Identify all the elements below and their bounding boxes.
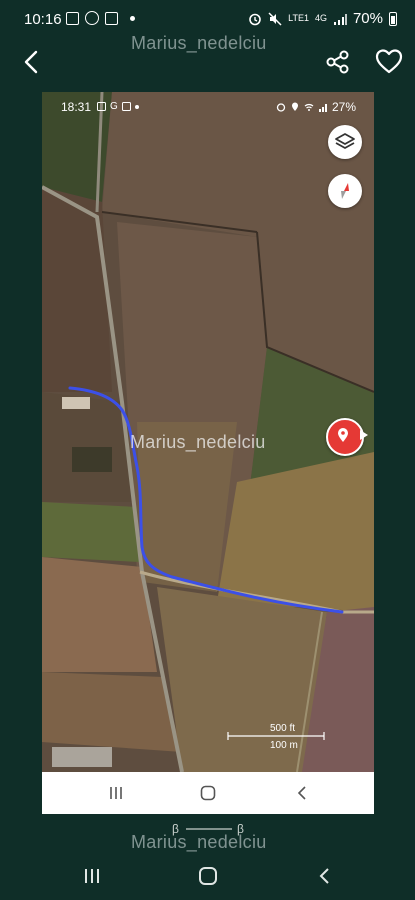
inner-signal-icon: [318, 104, 327, 112]
watermark-bottom: Marius_nedelciu: [131, 832, 267, 852]
inner-alarm-icon: [276, 103, 286, 112]
inner-battery-percent: 27%: [331, 100, 356, 114]
home-icon: [199, 867, 217, 885]
scale-meters-label: 100 m: [270, 740, 298, 751]
network-label: LTE1: [288, 13, 309, 23]
inner-notification-icons: G: [97, 101, 139, 112]
alarm-icon: [249, 13, 261, 25]
inner-back-button[interactable]: [292, 783, 312, 803]
back-arrow-icon: [24, 50, 38, 74]
back-icon: [319, 868, 329, 884]
notification-icons: [66, 11, 135, 25]
signal-icon: [333, 13, 347, 25]
home-icon: [200, 785, 216, 801]
inner-recent-apps-button[interactable]: [106, 783, 126, 803]
status-time: 10:16: [24, 11, 62, 28]
navigation-bar: [0, 856, 415, 896]
layers-button[interactable]: [328, 125, 362, 159]
battery-icon: [389, 11, 397, 26]
inner-wifi-icon: [304, 103, 314, 111]
share-button[interactable]: [324, 48, 352, 76]
layers-icon: [335, 133, 355, 149]
inner-status-right: 27%: [276, 100, 356, 114]
shared-screenshot[interactable]: 18:31 G 27% 500 ft 100 m: [42, 92, 374, 814]
home-button[interactable]: [196, 864, 220, 888]
favorite-button[interactable]: [374, 47, 404, 75]
whatsapp-icon: [85, 11, 99, 25]
location-pin-icon: [338, 428, 348, 442]
inner-home-button[interactable]: [198, 783, 218, 803]
inner-more-dot-icon: [134, 104, 139, 109]
watermark-middle: Marius_nedelciu: [130, 432, 266, 452]
recent-apps-icon: [110, 787, 122, 799]
compass-button[interactable]: [328, 174, 362, 208]
inner-gallery-icon: [97, 102, 106, 111]
back-icon: [297, 786, 306, 800]
location-pin-button[interactable]: [326, 418, 364, 456]
back-nav-button[interactable]: [313, 864, 337, 888]
mute-icon: [268, 11, 282, 26]
status-right-icons: LTE1 4G 70%: [248, 10, 397, 27]
gallery-icon: [66, 11, 79, 25]
pin-pointer: [360, 430, 368, 440]
recent-apps-icon: [85, 869, 99, 883]
battery-percent: 70%: [352, 10, 383, 27]
back-button[interactable]: [18, 48, 46, 76]
inner-google-icon: G: [110, 101, 118, 112]
watermark-top: Marius_nedelciu: [131, 33, 267, 53]
heart-icon: [375, 49, 403, 74]
inner-navigation-bar: [42, 772, 374, 814]
compass-icon: [341, 183, 349, 199]
network-label-2: 4G: [314, 13, 327, 23]
more-dot-icon: [130, 15, 135, 21]
inner-location-icon: [291, 102, 298, 111]
inner-checkbox-icon: [121, 102, 131, 111]
recent-apps-button[interactable]: [80, 864, 104, 888]
inner-status-time: 18:31: [61, 100, 92, 114]
inner-status-bar: 18:31 G 27%: [42, 92, 374, 120]
share-icon: [326, 50, 349, 74]
scale-feet-label: 500 ft: [270, 723, 296, 734]
checkbox-icon: [105, 11, 118, 25]
